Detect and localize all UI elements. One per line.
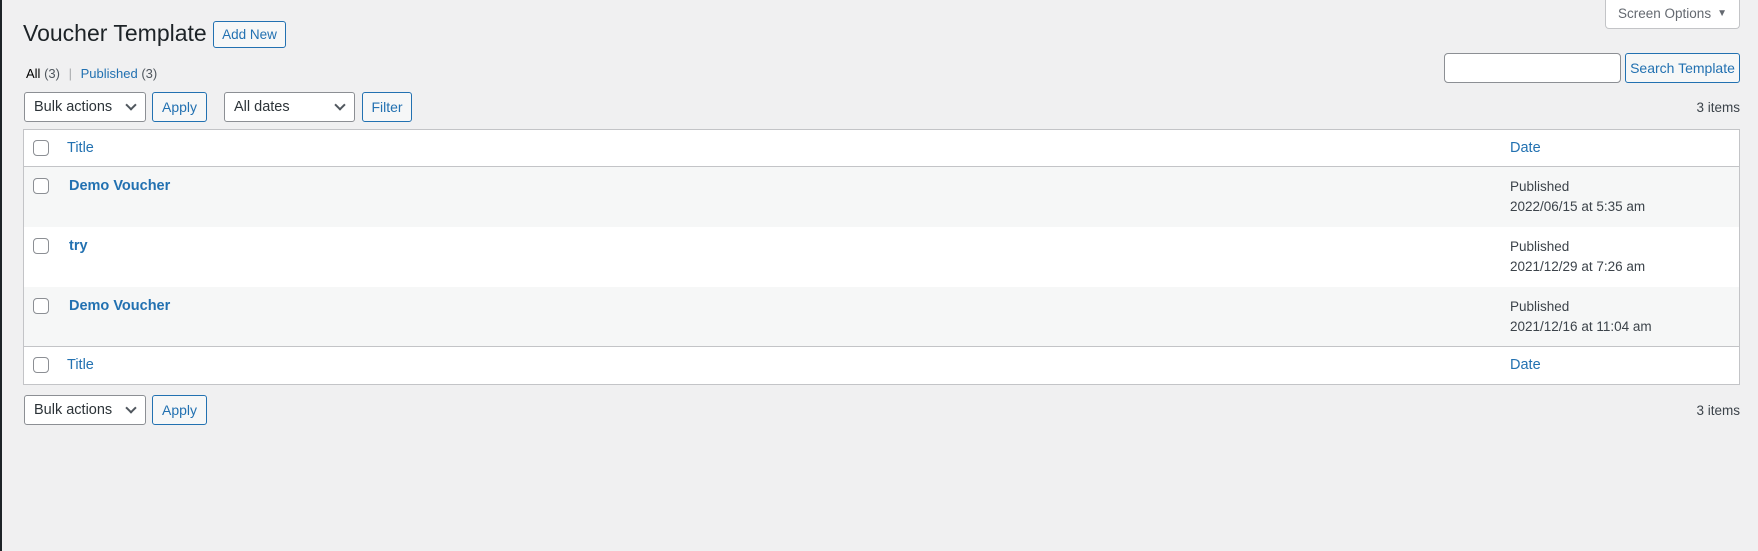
date-filter-value: All dates [234, 99, 290, 115]
view-separator: | [68, 66, 72, 81]
apply-button-bottom[interactable]: Apply [152, 395, 207, 425]
items-count-top: 3 items [1696, 100, 1740, 115]
date-filter-select[interactable]: All dates [224, 92, 355, 122]
view-filters: All (3) | Published (3) [26, 66, 157, 81]
table-row: Demo Voucher Published 2021/12/16 at 11:0… [24, 287, 1739, 347]
row-date-value: 2021/12/16 at 11:04 am [1510, 319, 1652, 334]
view-all-count: (3) [44, 66, 60, 81]
select-all-checkbox-footer[interactable] [33, 357, 49, 373]
table-row: Demo Voucher Published 2022/06/15 at 5:35… [24, 167, 1739, 227]
table-header: Title Date [24, 130, 1739, 167]
row-date-value: 2021/12/29 at 7:26 am [1510, 259, 1646, 274]
add-new-button[interactable]: Add New [213, 21, 286, 48]
row-title-link[interactable]: try [69, 238, 88, 254]
select-all-checkbox[interactable] [33, 140, 49, 156]
row-checkbox[interactable] [33, 238, 49, 254]
search-button[interactable]: Search Template [1625, 53, 1740, 83]
row-status: Published [1510, 299, 1570, 314]
chevron-down-icon [334, 99, 346, 111]
view-published[interactable]: Published [81, 66, 138, 81]
screen-options-button[interactable]: Screen Options ▼ [1605, 0, 1740, 29]
items-count-bottom: 3 items [1696, 403, 1740, 418]
admin-sidebar-edge [0, 0, 2, 551]
column-title-header[interactable]: Title [67, 140, 94, 156]
row-status: Published [1510, 239, 1570, 254]
table-footer: Title Date [24, 347, 1739, 384]
row-checkbox[interactable] [33, 298, 49, 314]
column-date-header[interactable]: Date [1510, 140, 1541, 156]
row-date-value: 2022/06/15 at 5:35 am [1510, 199, 1646, 214]
chevron-down-icon [125, 99, 137, 111]
row-date: Published 2021/12/29 at 7:26 am [1510, 237, 1645, 277]
row-title-link[interactable]: Demo Voucher [69, 298, 170, 314]
bulk-actions-value: Bulk actions [34, 99, 113, 115]
column-date-footer[interactable]: Date [1510, 357, 1541, 373]
templates-table: Title Date Demo Voucher Published 2022/06… [23, 129, 1740, 385]
bulk-actions-select[interactable]: Bulk actions [24, 92, 146, 122]
chevron-down-icon [125, 402, 137, 414]
row-status: Published [1510, 179, 1570, 194]
bulk-actions-value: Bulk actions [34, 402, 113, 418]
page-title: Voucher Template [23, 20, 207, 46]
row-date: Published 2022/06/15 at 5:35 am [1510, 177, 1645, 217]
view-published-count: (3) [141, 66, 158, 81]
caret-down-icon: ▼ [1717, 8, 1727, 19]
filter-button[interactable]: Filter [362, 92, 412, 122]
view-all[interactable]: All [26, 66, 40, 81]
bulk-actions-select-bottom[interactable]: Bulk actions [24, 395, 146, 425]
row-title-link[interactable]: Demo Voucher [69, 178, 170, 194]
screen-options-label: Screen Options [1618, 6, 1712, 21]
table-row: try Published 2021/12/29 at 7:26 am [24, 227, 1739, 287]
row-checkbox[interactable] [33, 178, 49, 194]
column-title-footer[interactable]: Title [67, 357, 94, 373]
apply-button[interactable]: Apply [152, 92, 207, 122]
row-date: Published 2021/12/16 at 11:04 am [1510, 297, 1652, 337]
search-input[interactable] [1444, 53, 1621, 83]
